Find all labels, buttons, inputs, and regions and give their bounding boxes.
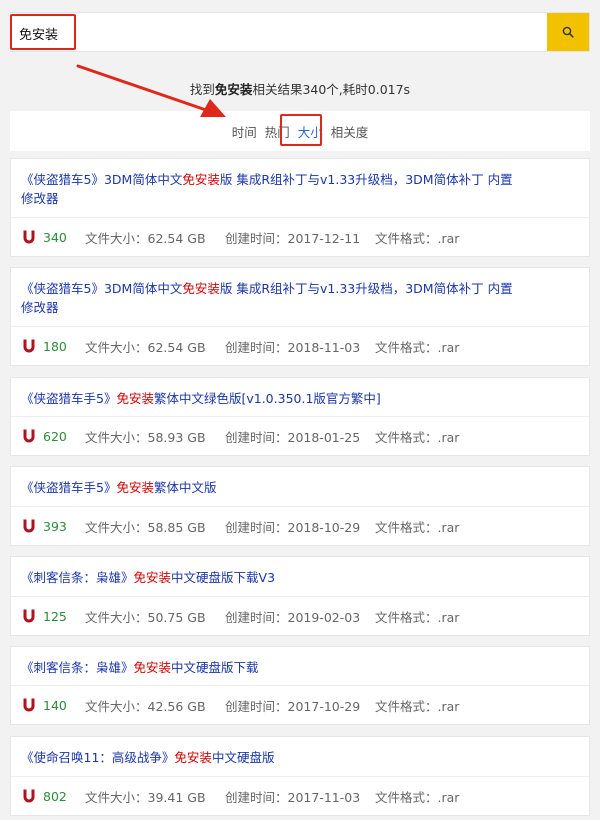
result-title-link[interactable]: 《侠盗猎车5》3DM简体中文免安装版 集成R组补丁与v1.33升级档，3DM简体… [11, 268, 531, 317]
result-title-link[interactable]: 《刺客信条：枭雄》免安装中文硬盘版下载 [11, 647, 531, 677]
result-title-link[interactable]: 《使命召唤11：高级战争》免安装中文硬盘版 [11, 737, 531, 767]
hot-count: 620 [43, 428, 67, 444]
file-format: 文件格式：.rar [375, 789, 460, 805]
created-time: 创建时间：2018-11-03 [225, 339, 361, 355]
hot-count: 140 [43, 697, 67, 713]
search-bar [10, 12, 590, 53]
result-card: 《使命召唤11：高级战争》免安装中文硬盘版 802 文件大小：39.41 GB … [10, 736, 590, 816]
file-size: 文件大小：58.85 GB [85, 519, 206, 535]
magnet-icon[interactable] [23, 519, 35, 533]
result-card: 《刺客信条：枭雄》免安装中文硬盘版下载V3 125 文件大小：50.75 GB … [10, 556, 590, 636]
hot-count: 180 [43, 338, 67, 354]
result-card: 《侠盗猎车手5》免安装繁体中文绿色版[v1.0.350.1版官方繁中] 620 … [10, 377, 590, 456]
created-time: 创建时间：2018-10-29 [225, 519, 361, 535]
magnet-icon[interactable] [23, 789, 35, 803]
created-time: 创建时间：2017-11-03 [225, 789, 361, 805]
magnet-icon[interactable] [23, 230, 35, 244]
result-card: 《刺客信条：枭雄》免安装中文硬盘版下载 140 文件大小：42.56 GB 创建… [10, 646, 590, 725]
result-title-link[interactable]: 《侠盗猎车手5》免安装繁体中文绿色版[v1.0.350.1版官方繁中] [11, 378, 531, 408]
file-size: 文件大小：62.54 GB [85, 339, 206, 355]
created-time: 创建时间：2017-10-29 [225, 698, 361, 714]
file-format: 文件格式：.rar [375, 429, 460, 445]
result-title-link[interactable]: 《侠盗猎车5》3DM简体中文免安装版 集成R组补丁与v1.33升级档，3DM简体… [11, 159, 531, 208]
result-card: 《侠盗猎车手5》免安装繁体中文版 393 文件大小：58.85 GB 创建时间：… [10, 466, 590, 546]
result-card: 《侠盗猎车5》3DM简体中文免安装版 集成R组补丁与v1.33升级档，3DM简体… [10, 158, 590, 257]
magnet-icon[interactable] [23, 609, 35, 623]
file-format: 文件格式：.rar [375, 339, 460, 355]
search-icon [562, 26, 574, 38]
hot-count: 340 [43, 229, 67, 245]
result-title-link[interactable]: 《侠盗猎车手5》免安装繁体中文版 [11, 467, 531, 497]
file-format: 文件格式：.rar [375, 609, 460, 625]
file-size: 文件大小：42.56 GB [85, 698, 206, 714]
magnet-icon[interactable] [23, 339, 35, 353]
search-input[interactable] [11, 13, 557, 53]
file-format: 文件格式：.rar [375, 230, 460, 246]
file-format: 文件格式：.rar [375, 519, 460, 535]
sort-relevance[interactable]: 相关度 [331, 122, 369, 141]
created-time: 创建时间：2017-12-11 [225, 230, 361, 246]
result-summary: 找到免安装相关结果340个,耗时0.017s [0, 79, 600, 98]
sort-highlight-box [280, 114, 322, 146]
file-format: 文件格式：.rar [375, 698, 460, 714]
magnet-icon[interactable] [23, 429, 35, 443]
search-button[interactable] [547, 13, 589, 51]
sort-time[interactable]: 时间 [232, 122, 257, 141]
hot-count: 125 [43, 608, 67, 624]
file-size: 文件大小：58.93 GB [85, 429, 206, 445]
hot-count: 393 [43, 518, 67, 534]
result-title-link[interactable]: 《刺客信条：枭雄》免安装中文硬盘版下载V3 [11, 557, 531, 587]
created-time: 创建时间：2019-02-03 [225, 609, 361, 625]
hot-count: 802 [43, 788, 67, 804]
file-size: 文件大小：62.54 GB [85, 230, 206, 246]
file-size: 文件大小：39.41 GB [85, 789, 206, 805]
magnet-icon[interactable] [23, 698, 35, 712]
query-highlight-box [10, 14, 76, 50]
result-suffix: 相关结果340个,耗时0.017s [252, 82, 411, 97]
result-keyword: 免安装 [214, 82, 253, 97]
result-card: 《侠盗猎车5》3DM简体中文免安装版 集成R组补丁与v1.33升级档，3DM简体… [10, 267, 590, 366]
created-time: 创建时间：2018-01-25 [225, 429, 361, 445]
result-prefix: 找到 [189, 82, 215, 97]
file-size: 文件大小：50.75 GB [85, 609, 206, 625]
